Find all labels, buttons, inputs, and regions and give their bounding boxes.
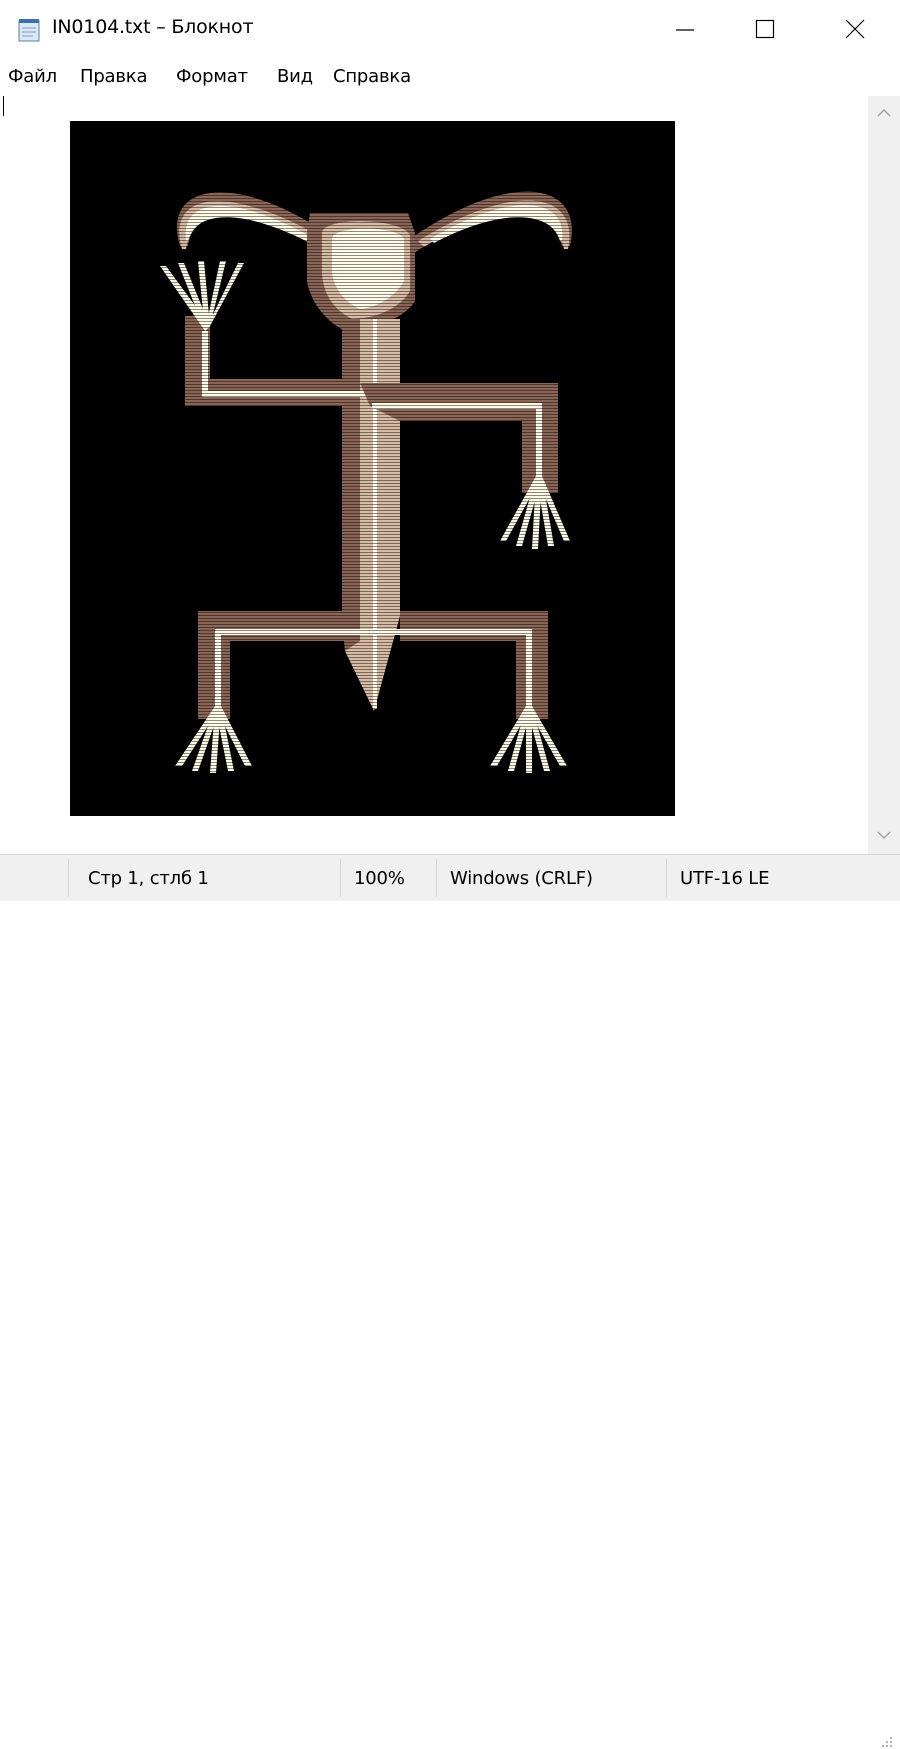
maximize-button[interactable] bbox=[720, 0, 810, 58]
status-divider bbox=[666, 859, 667, 897]
status-divider bbox=[68, 859, 69, 897]
vertical-scrollbar[interactable] bbox=[868, 96, 900, 854]
menu-bar: Файл Правка Формат Вид Справка bbox=[0, 58, 900, 97]
close-button[interactable] bbox=[810, 0, 900, 58]
minimize-button[interactable] bbox=[640, 0, 730, 58]
notepad-icon bbox=[18, 19, 40, 42]
status-bar: Стр 1, стлб 1 100% Windows (CRLF) UTF-16… bbox=[0, 854, 900, 1747]
status-divider bbox=[436, 859, 437, 897]
status-cursor-position: Стр 1, стлб 1 bbox=[88, 867, 209, 889]
menu-edit[interactable]: Правка bbox=[80, 66, 148, 87]
close-icon bbox=[845, 19, 865, 39]
menu-format[interactable]: Формат bbox=[176, 66, 248, 87]
status-line-ending: Windows (CRLF) bbox=[450, 867, 593, 889]
status-zoom: 100% bbox=[354, 867, 405, 889]
menu-help[interactable]: Справка bbox=[333, 66, 411, 87]
scroll-down-icon[interactable] bbox=[877, 830, 891, 840]
window-title: IN0104.txt – Блокнот bbox=[52, 16, 254, 38]
menu-view[interactable]: Вид bbox=[277, 66, 313, 87]
menu-file[interactable]: Файл bbox=[8, 66, 57, 87]
resize-grip-icon[interactable] bbox=[880, 1735, 894, 1749]
text-editor-area[interactable] bbox=[0, 96, 868, 854]
status-divider bbox=[340, 859, 341, 897]
ascii-art-figure bbox=[70, 121, 675, 816]
minimize-icon bbox=[676, 29, 694, 31]
text-caret bbox=[3, 96, 4, 116]
maximize-icon bbox=[755, 19, 775, 39]
status-encoding: UTF-16 LE bbox=[680, 867, 770, 889]
title-bar[interactable]: IN0104.txt – Блокнот bbox=[0, 0, 900, 58]
scroll-up-icon[interactable] bbox=[877, 108, 891, 118]
